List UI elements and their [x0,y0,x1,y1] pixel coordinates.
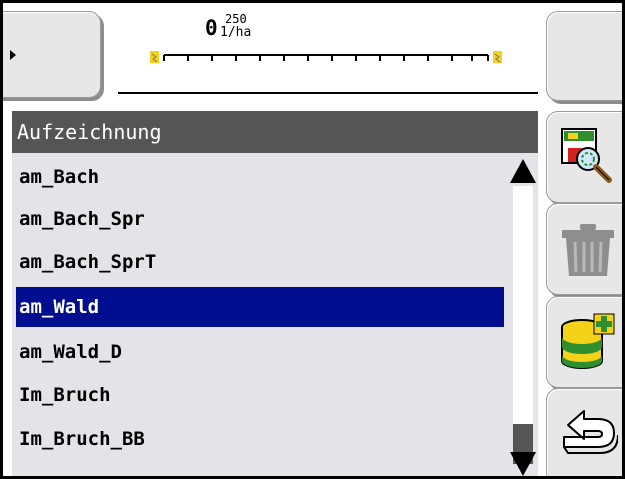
search-recording-icon [561,128,612,183]
scroll-up-icon[interactable] [510,159,536,183]
gauge-min-marker [150,51,159,63]
gauge-unit: 1/ha [220,25,252,40]
trash-icon [562,224,614,276]
list-item[interactable]: am_Wald_D [16,332,504,372]
rate-gauge: 0 250 1/ha [113,7,543,99]
scroll-down-icon[interactable] [510,452,536,476]
empty-softkey[interactable] [546,11,622,101]
list-item-selected[interactable]: am_Wald [16,287,504,327]
list-item[interactable]: am_Bach [16,157,504,197]
list-item[interactable]: Im_Bruch [16,375,504,415]
scroll-track[interactable] [513,186,533,448]
gauge-divider [118,92,538,94]
list-item[interactable]: am_Bach_SprT [16,242,504,282]
recording-list: Aufzeichnung am_Bach am_Bach_Spr am_Bach… [12,111,538,476]
list-title: Aufzeichnung [12,111,538,153]
list-item[interactable]: Im_Bruch_BB [16,419,504,459]
back-icon [563,410,618,454]
back-softkey[interactable] [546,388,622,476]
arrow-right-icon [10,50,16,60]
import-database-softkey[interactable] [546,296,622,388]
expand-left-softkey[interactable] [3,11,101,98]
import-database-icon [561,313,615,369]
gauge-value: 0 [205,16,218,40]
list-scrollbar[interactable] [508,154,538,476]
gauge-max-marker [493,51,502,63]
gauge-max: 250 [225,12,247,26]
gauge-scale [150,51,502,63]
terminal-screen: 0 250 1/ha Aufzeichnung am_Bach am_Bach_… [0,0,625,479]
list-item[interactable]: am_Bach_Spr [16,199,504,239]
delete-softkey[interactable] [546,203,622,295]
search-recording-softkey[interactable] [546,111,622,203]
